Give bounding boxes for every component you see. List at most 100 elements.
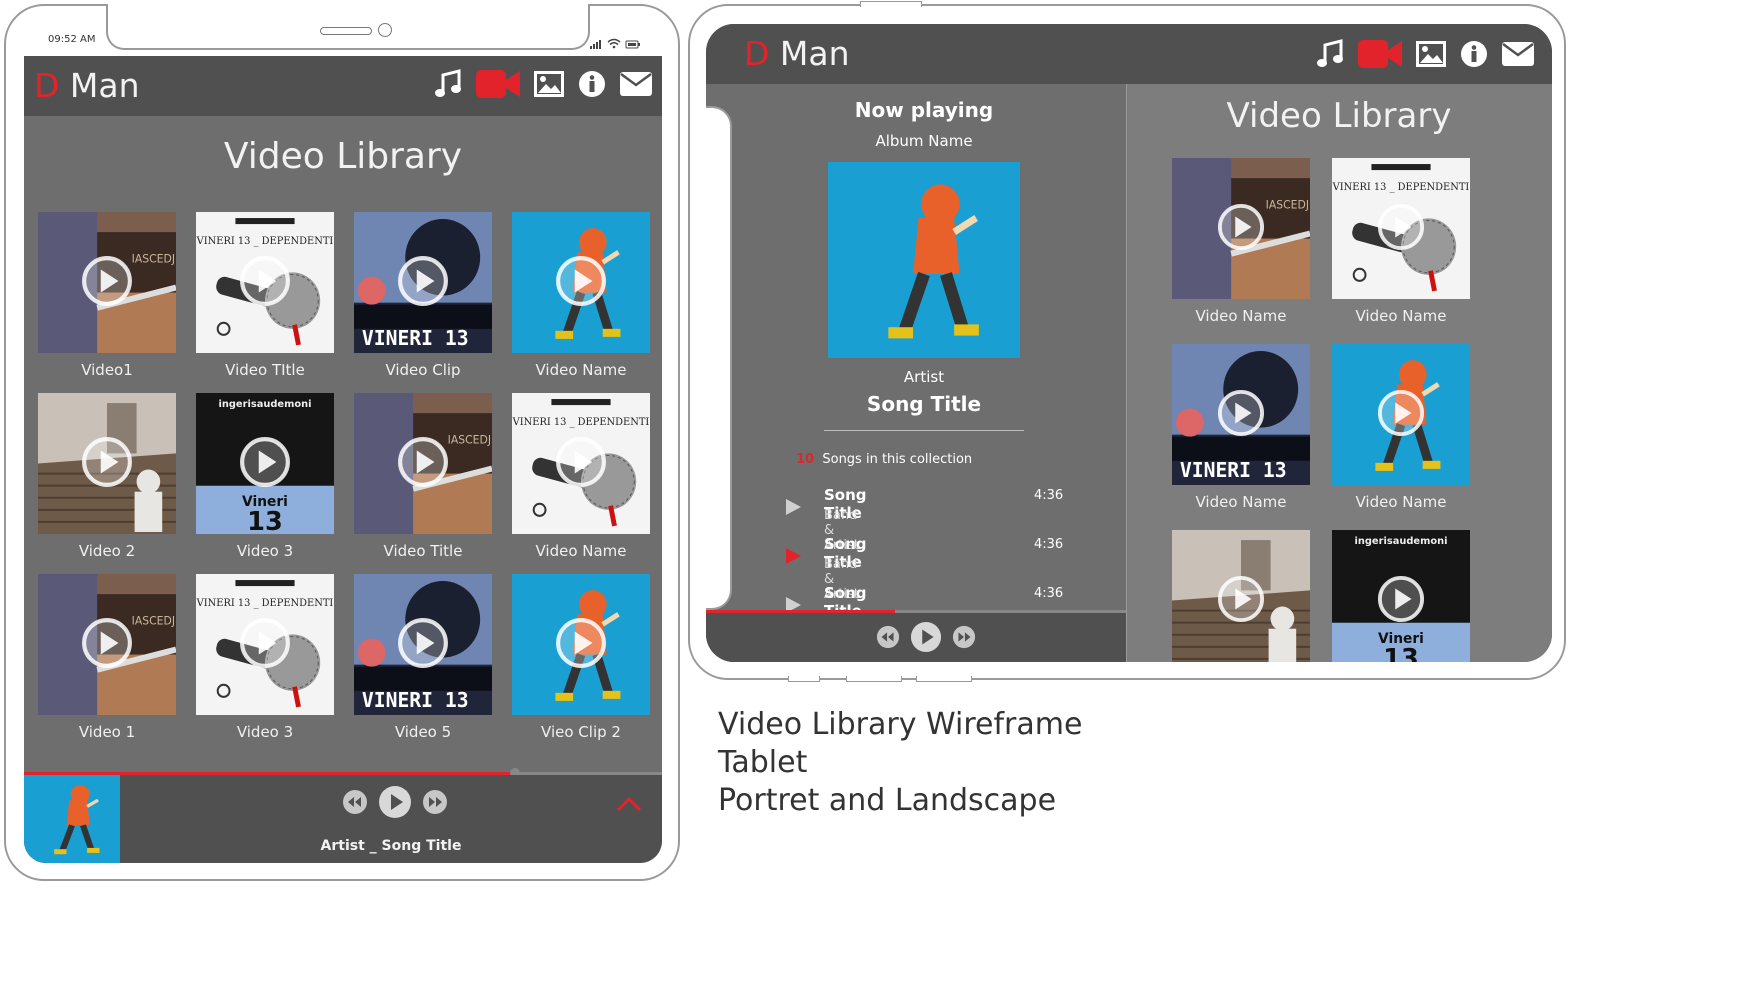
image-icon[interactable] [534, 71, 564, 97]
video-thumbnail[interactable] [1172, 530, 1310, 662]
video-caption: Video Title [383, 542, 463, 560]
info-icon[interactable] [1460, 40, 1488, 68]
video-thumbnail[interactable]: IASCEDJ [38, 574, 176, 715]
video-thumbnail[interactable]: IASCEDJ [1172, 158, 1310, 299]
video-thumbnail[interactable]: ingerisaudemoni Vineri 13 [1332, 530, 1470, 662]
video-thumbnail[interactable]: VINERI 13 [1172, 344, 1310, 485]
music-icon[interactable] [1316, 39, 1344, 69]
caption-line: Video Library Wireframe [718, 707, 1083, 742]
video-caption: Video 3 [236, 542, 294, 560]
video-icon[interactable] [476, 68, 520, 100]
play-overlay-icon[interactable] [239, 255, 291, 311]
video-thumbnail[interactable]: ingerisaudemoni Vineri 13 [196, 393, 334, 534]
play-overlay-icon[interactable] [555, 617, 607, 673]
music-icon[interactable] [434, 69, 462, 99]
fast-forward-button[interactable] [422, 789, 448, 819]
songs-count-label: Songs in this collection [822, 452, 973, 467]
video-thumbnail[interactable]: VINERI 13 [354, 212, 492, 353]
svg-text:VINERI 13: VINERI 13 [362, 689, 469, 712]
play-overlay-icon[interactable] [81, 436, 133, 492]
album-name: Album Name [875, 132, 973, 150]
video-thumbnail[interactable]: VINERI 13 _ DEPENDENTI [512, 393, 650, 534]
video-caption: Video Name [1195, 307, 1287, 325]
play-overlay-icon[interactable] [239, 436, 291, 492]
video-thumbnail[interactable] [38, 393, 176, 534]
fast-forward-button[interactable] [952, 625, 976, 653]
info-icon[interactable] [578, 70, 606, 98]
landscape-screen: D Man Now playing Album Name Artist Song… [706, 24, 1552, 662]
rewind-button[interactable] [342, 789, 368, 819]
svg-text:VINERI 13: VINERI 13 [362, 327, 469, 350]
svg-text:ingerisaudemoni: ingerisaudemoni [219, 399, 312, 410]
video-thumbnail[interactable] [512, 212, 650, 353]
expand-chevron-icon[interactable] [616, 796, 642, 816]
volume-button [916, 676, 972, 682]
video-thumbnail[interactable] [1332, 344, 1470, 485]
track-duration: 4:36 [1034, 586, 1064, 601]
play-overlay-icon[interactable] [397, 617, 449, 673]
play-overlay-icon[interactable] [1217, 575, 1265, 627]
video-caption: Video Clip [385, 361, 461, 379]
album-art [828, 162, 1020, 358]
video-icon[interactable] [1358, 38, 1402, 70]
video-thumbnail[interactable]: IASCEDJ [354, 393, 492, 534]
image-icon[interactable] [1416, 41, 1446, 67]
app-bar: D Man [706, 24, 1552, 84]
play-overlay-icon[interactable] [1377, 203, 1425, 255]
divider [824, 430, 1024, 431]
app-logo[interactable]: D Man [34, 66, 140, 105]
now-playing-label: Artist _ Song Title [320, 838, 462, 854]
svg-text:13: 13 [247, 507, 283, 534]
svg-text:VINERI 13 _ DEPENDENTI: VINERI 13 _ DEPENDENTI [512, 417, 649, 428]
video-thumbnail[interactable]: VINERI 13 _ DEPENDENTI [196, 574, 334, 715]
play-overlay-icon[interactable] [1377, 389, 1425, 441]
video-caption: Video 1 [78, 723, 136, 741]
video-thumbnail[interactable]: IASCEDJ [38, 212, 176, 353]
video-caption: Video 3 [236, 723, 294, 741]
svg-text:ingerisaudemoni: ingerisaudemoni [1355, 536, 1448, 547]
play-overlay-icon[interactable] [81, 255, 133, 311]
video-caption: Video Name [535, 361, 627, 379]
play-overlay-icon[interactable] [397, 436, 449, 492]
rewind-button[interactable] [876, 625, 900, 653]
song-title: Song Title [866, 392, 982, 416]
play-overlay-icon[interactable] [555, 436, 607, 492]
side-button [860, 1, 922, 7]
mail-icon[interactable] [620, 72, 652, 96]
video-thumbnail[interactable]: VINERI 13 [354, 574, 492, 715]
svg-text:VINERI 13 _ DEPENDENTI: VINERI 13 _ DEPENDENTI [196, 236, 333, 247]
video-caption: Video 2 [78, 542, 136, 560]
nav-icons [434, 68, 652, 100]
video-caption: Video Name [1355, 307, 1447, 325]
svg-text:VINERI 13 _ DEPENDENTI: VINERI 13 _ DEPENDENTI [196, 598, 333, 609]
play-overlay-icon[interactable] [1217, 203, 1265, 255]
panel-notch [706, 106, 732, 610]
play-overlay-icon[interactable] [1217, 389, 1265, 441]
mail-icon[interactable] [1502, 42, 1534, 66]
svg-text:IASCEDJ: IASCEDJ [132, 614, 175, 627]
portrait-tablet-frame: 09:52 AM D Man Video Library IASCEDJ Vid… [4, 4, 680, 881]
track-play-icon[interactable] [784, 547, 802, 569]
play-overlay-icon[interactable] [1377, 575, 1425, 627]
video-caption: Video Name [1195, 493, 1287, 511]
library-title: Video Library [223, 136, 463, 177]
app-logo[interactable]: D Man [744, 34, 850, 73]
play-overlay-icon[interactable] [239, 617, 291, 673]
camera-dot [378, 23, 392, 37]
play-button[interactable] [910, 621, 942, 657]
play-overlay-icon[interactable] [555, 255, 607, 311]
video-caption: Video TItle [225, 361, 305, 379]
video-caption: Video1 [81, 361, 133, 379]
svg-text:VINERI 13: VINERI 13 [1180, 459, 1287, 482]
video-thumbnail[interactable]: VINERI 13 _ DEPENDENTI [1332, 158, 1470, 299]
mini-player-cover[interactable] [24, 775, 120, 863]
player-controls [342, 785, 448, 823]
speaker-slot [320, 27, 372, 35]
track-play-icon[interactable] [784, 498, 802, 520]
video-thumbnail[interactable] [512, 574, 650, 715]
play-overlay-icon[interactable] [81, 617, 133, 673]
video-thumbnail[interactable]: VINERI 13 _ DEPENDENTI [196, 212, 334, 353]
play-overlay-icon[interactable] [397, 255, 449, 311]
play-button[interactable] [378, 785, 412, 823]
wireframe-caption: Video Library Wireframe Tablet Portret a… [718, 706, 1082, 820]
